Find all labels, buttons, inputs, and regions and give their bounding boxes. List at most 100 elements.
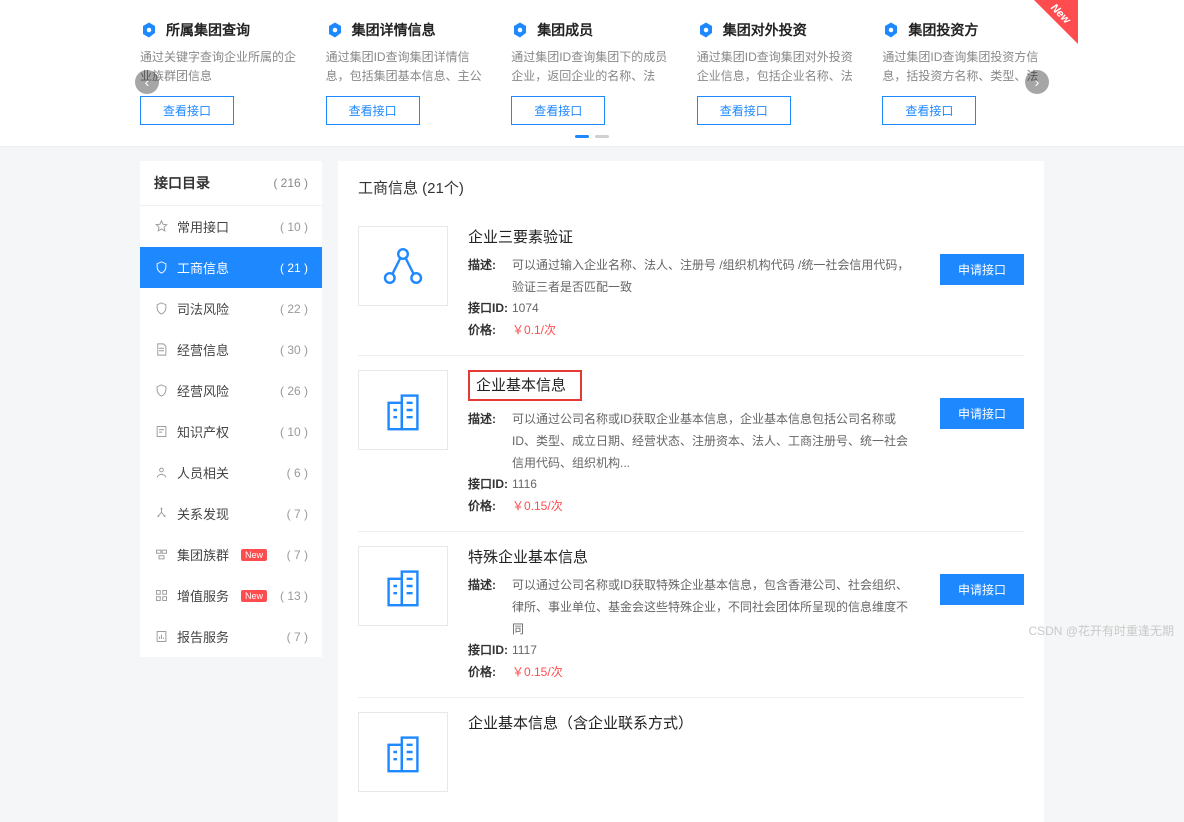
- api-title[interactable]: 企业基本信息（含企业联系方式）: [468, 712, 1024, 733]
- api-id: 1117: [512, 640, 537, 662]
- view-api-button[interactable]: 查看接口: [882, 96, 976, 125]
- api-thumb: [358, 712, 448, 792]
- card-desc: 通过关键字查询企业所属的企业族群团信息: [140, 48, 302, 86]
- sidebar-item-count: ( 13 ): [280, 589, 308, 603]
- api-thumb: [358, 546, 448, 626]
- star-icon: [154, 219, 169, 234]
- sidebar-item-知识产权[interactable]: 知识产权 ( 10 ): [140, 411, 322, 452]
- sidebar-item-count: ( 7 ): [287, 507, 308, 521]
- api-price: ￥0.1/次: [512, 320, 556, 342]
- api-desc: 可以通过公司名称或ID获取特殊企业基本信息，包含香港公司、社会组织、律所、事业单…: [512, 575, 920, 640]
- shield-icon: [154, 260, 169, 275]
- api-id-label: 接口ID:: [468, 474, 512, 496]
- card-title: 所属集团查询: [166, 20, 250, 40]
- sidebar-total-count: ( 216 ): [273, 176, 308, 190]
- carousel-card: 所属集团查询 通过关键字查询企业所属的企业族群团信息 查看接口: [140, 20, 302, 125]
- section-title: 工商信息 (21个): [358, 177, 1024, 198]
- carousel-card: 集团成员 通过集团ID查询集团下的成员企业，返回企业的名称、法人、注册资本...…: [511, 20, 673, 125]
- api-desc: 可以通过公司名称或ID获取企业基本信息，企业基本信息包括公司名称或ID、类型、成…: [512, 409, 920, 474]
- sidebar-item-count: ( 7 ): [287, 630, 308, 644]
- api-item: 企业基本信息（含企业联系方式）: [358, 697, 1024, 806]
- api-item: 企业基本信息 描述:可以通过公司名称或ID获取企业基本信息，企业基本信息包括公司…: [358, 355, 1024, 531]
- sidebar-item-count: ( 7 ): [287, 548, 308, 562]
- sidebar-item-经营风险[interactable]: 经营风险 ( 26 ): [140, 370, 322, 411]
- sidebar-title: 接口目录: [154, 173, 210, 193]
- view-api-button[interactable]: 查看接口: [697, 96, 791, 125]
- view-api-button[interactable]: 查看接口: [140, 96, 234, 125]
- view-api-button[interactable]: 查看接口: [511, 96, 605, 125]
- card-desc: 通过集团ID查询集团详情信息，包括集团基本信息、主公司、疑似实际...: [326, 48, 488, 86]
- carousel-prev-button[interactable]: ‹: [135, 70, 159, 94]
- card-title: 集团详情信息: [352, 20, 436, 40]
- sidebar-item-label: 报告服务: [177, 627, 229, 646]
- carousel-card: 集团投资方 通过集团ID查询集团投资方信息，括投资方名称、类型、法定代表人...…: [882, 20, 1044, 125]
- card-desc: 通过集团ID查询集团对外投资企业信息，包括企业名称、法定代表人...: [697, 48, 859, 86]
- api-id: 1074: [512, 298, 539, 320]
- card-title: 集团对外投资: [723, 20, 807, 40]
- sidebar-item-人员相关[interactable]: 人员相关 ( 6 ): [140, 452, 322, 493]
- apply-button[interactable]: 申请接口: [940, 398, 1024, 429]
- new-badge: New: [241, 549, 267, 561]
- hex-icon: [326, 21, 344, 39]
- sidebar-item-count: ( 21 ): [280, 261, 308, 275]
- sidebar-item-label: 知识产权: [177, 422, 229, 441]
- sidebar-item-label: 人员相关: [177, 463, 229, 482]
- sidebar-item-count: ( 22 ): [280, 302, 308, 316]
- shield-icon: [154, 383, 169, 398]
- sidebar-item-label: 增值服务: [177, 586, 229, 605]
- person-icon: [154, 465, 169, 480]
- sidebar-item-label: 常用接口: [177, 217, 229, 236]
- api-thumb: [358, 226, 448, 306]
- carousel-next-button[interactable]: ›: [1025, 70, 1049, 94]
- sidebar-item-常用接口[interactable]: 常用接口 ( 10 ): [140, 206, 322, 247]
- sidebar-item-经营信息[interactable]: 经营信息 ( 30 ): [140, 329, 322, 370]
- view-api-button[interactable]: 查看接口: [326, 96, 420, 125]
- card-title: 集团投资方: [908, 20, 978, 40]
- card-desc: 通过集团ID查询集团投资方信息，括投资方名称、类型、法定代表人...: [882, 48, 1044, 86]
- sidebar: 接口目录 ( 216 ) 常用接口 ( 10 ) 工商信息 ( 21 ) 司法风…: [140, 161, 322, 657]
- card-desc: 通过集团ID查询集团下的成员企业，返回企业的名称、法人、注册资本...: [511, 48, 673, 86]
- api-title[interactable]: 企业基本信息: [468, 370, 582, 401]
- sidebar-item-司法风险[interactable]: 司法风险 ( 22 ): [140, 288, 322, 329]
- sidebar-item-关系发现[interactable]: 关系发现 ( 7 ): [140, 493, 322, 534]
- watermark: CSDN @花开有时重逢无期: [1028, 622, 1174, 639]
- sidebar-item-count: ( 30 ): [280, 343, 308, 357]
- carousel-dot[interactable]: [575, 135, 589, 138]
- hex-icon: [882, 21, 900, 39]
- hex-icon: [697, 21, 715, 39]
- api-item: 特殊企业基本信息 描述:可以通过公司名称或ID获取特殊企业基本信息，包含香港公司…: [358, 531, 1024, 697]
- sidebar-item-增值服务[interactable]: 增值服务 New ( 13 ): [140, 575, 322, 616]
- apply-button[interactable]: 申请接口: [940, 574, 1024, 605]
- grid-icon: [154, 588, 169, 603]
- sidebar-item-count: ( 10 ): [280, 425, 308, 439]
- sidebar-item-count: ( 6 ): [287, 466, 308, 480]
- sidebar-item-count: ( 26 ): [280, 384, 308, 398]
- file-icon: [154, 342, 169, 357]
- api-price: ￥0.15/次: [512, 496, 563, 518]
- api-desc: 可以通过输入企业名称、法人、注册号 /组织机构代码 /统一社会信用代码，验证三者…: [512, 255, 920, 298]
- group-icon: [154, 547, 169, 562]
- sidebar-item-label: 经营风险: [177, 381, 229, 400]
- content: 工商信息 (21个) 企业三要素验证 描述:可以通过输入企业名称、法人、注册号 …: [338, 161, 1044, 822]
- api-title[interactable]: 特殊企业基本信息: [468, 546, 920, 567]
- hex-icon: [511, 21, 529, 39]
- api-id: 1116: [512, 474, 537, 496]
- sidebar-item-集团族群[interactable]: 集团族群 New ( 7 ): [140, 534, 322, 575]
- carousel-card: 集团对外投资 通过集团ID查询集团对外投资企业信息，包括企业名称、法定代表人..…: [697, 20, 859, 125]
- api-price-label: 价格:: [468, 320, 512, 342]
- api-thumb: [358, 370, 448, 450]
- apply-button[interactable]: 申请接口: [940, 254, 1024, 285]
- api-price-label: 价格:: [468, 496, 512, 518]
- sidebar-item-label: 工商信息: [177, 258, 229, 277]
- carousel-card: 集团详情信息 通过集团ID查询集团详情信息，包括集团基本信息、主公司、疑似实际.…: [326, 20, 488, 125]
- hex-icon: [140, 21, 158, 39]
- api-id-label: 接口ID:: [468, 640, 512, 662]
- sidebar-item-工商信息[interactable]: 工商信息 ( 21 ): [140, 247, 322, 288]
- sidebar-header: 接口目录 ( 216 ): [140, 161, 322, 206]
- api-desc-label: 描述:: [468, 255, 512, 298]
- api-title[interactable]: 企业三要素验证: [468, 226, 920, 247]
- sidebar-item-报告服务[interactable]: 报告服务 ( 7 ): [140, 616, 322, 657]
- sidebar-item-label: 司法风险: [177, 299, 229, 318]
- carousel-dot[interactable]: [595, 135, 609, 138]
- api-desc-label: 描述:: [468, 575, 512, 640]
